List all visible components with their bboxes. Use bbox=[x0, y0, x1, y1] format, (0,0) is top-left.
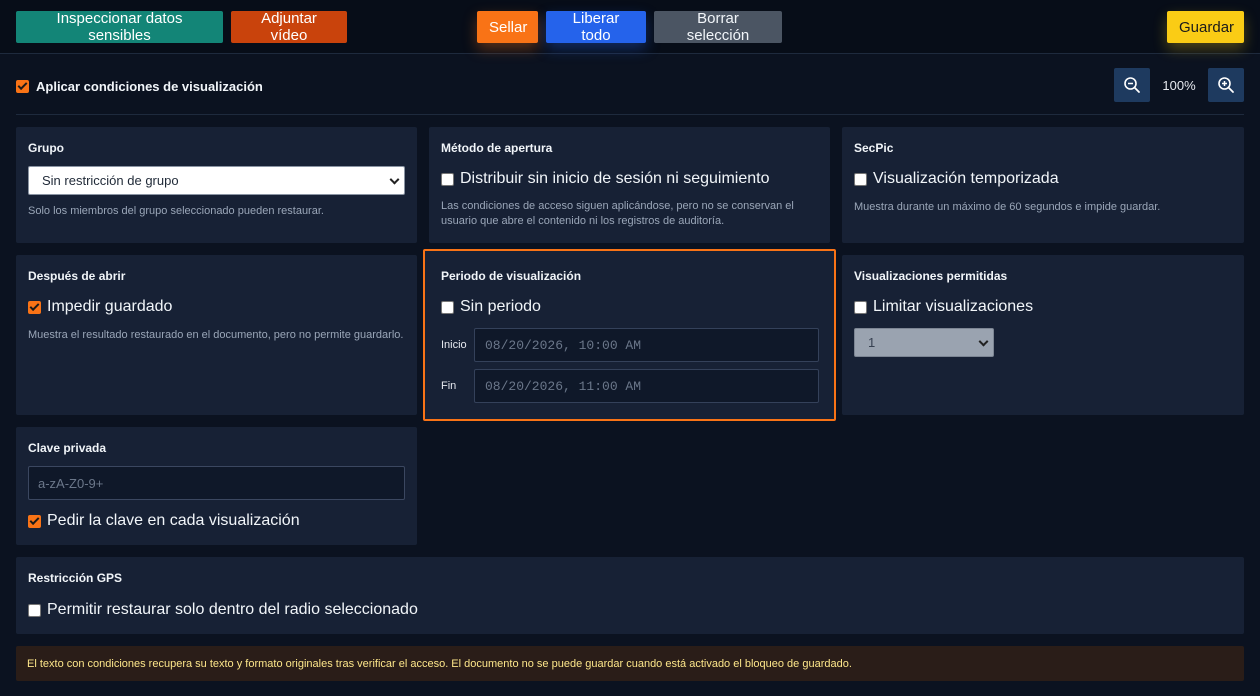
start-datetime-input[interactable]: 08/20/2026, 10:00 AM bbox=[474, 328, 819, 362]
gps-card: Restricción GPS Permitir restaurar solo … bbox=[16, 557, 1244, 634]
zoom-in-icon bbox=[1218, 77, 1234, 93]
view-period-title: Periodo de visualización bbox=[441, 269, 582, 283]
apply-conditions-checkbox[interactable] bbox=[16, 80, 29, 93]
timed-view-checkbox[interactable] bbox=[854, 172, 867, 186]
limit-views-checkbox[interactable] bbox=[854, 300, 867, 314]
ask-key-each-view-label: Pedir la clave en cada visualización bbox=[47, 512, 300, 529]
secpic-card: SecPic Visualización temporizada Muestra… bbox=[842, 127, 1244, 243]
ask-key-each-view-checkbox[interactable] bbox=[28, 514, 41, 528]
allowed-views-title: Visualizaciones permitidas bbox=[854, 269, 1008, 283]
group-select[interactable]: Sin restricción de grupo bbox=[28, 166, 405, 195]
no-period-label: Sin periodo bbox=[460, 298, 541, 315]
timed-view-label: Visualización temporizada bbox=[873, 170, 1059, 187]
chevron-down-icon bbox=[389, 174, 400, 185]
toolbar: Inspeccionar datos sensibles Adjuntar ví… bbox=[0, 0, 1260, 54]
group-select-value: Sin restricción de grupo bbox=[42, 173, 179, 188]
apply-conditions-toggle[interactable]: Aplicar condiciones de visualización bbox=[16, 79, 263, 94]
zoom-out-icon bbox=[1124, 77, 1140, 93]
group-card: Grupo Sin restricción de grupo Solo los … bbox=[16, 127, 417, 243]
prevent-save-toggle[interactable]: Impedir guardado bbox=[28, 298, 172, 316]
prevent-save-label: Impedir guardado bbox=[47, 298, 173, 315]
clear-selection-button[interactable]: Borrar selección bbox=[654, 10, 782, 44]
group-help: Solo los miembros del grupo seleccionado… bbox=[28, 205, 324, 217]
limit-views-toggle[interactable]: Limitar visualizaciones bbox=[854, 298, 1033, 316]
attach-video-button[interactable]: Adjuntar vídeo bbox=[231, 10, 347, 44]
open-method-help-line-2: usuario que abre el contenido ni los reg… bbox=[441, 215, 725, 227]
distribute-without-login-checkbox[interactable] bbox=[441, 172, 454, 186]
gps-radius-label: Permitir restaurar solo dentro del radio… bbox=[47, 601, 418, 618]
release-all-button[interactable]: Liberar todo bbox=[546, 10, 646, 44]
gps-radius-checkbox[interactable] bbox=[28, 603, 41, 617]
views-count-select[interactable]: 1 bbox=[854, 328, 994, 357]
private-key-input[interactable]: a-zA-Z0-9+ bbox=[28, 466, 405, 500]
save-button[interactable]: Guardar bbox=[1167, 11, 1244, 43]
apply-conditions-label: Aplicar condiciones de visualización bbox=[36, 79, 263, 94]
end-datetime-input[interactable]: 08/20/2026, 11:00 AM bbox=[474, 369, 819, 403]
group-title: Grupo bbox=[28, 141, 64, 155]
distribute-without-login-toggle[interactable]: Distribuir sin inicio de sesión ni segui… bbox=[441, 170, 769, 188]
start-label: Inicio bbox=[441, 339, 467, 351]
after-open-help: Muestra el resultado restaurado en el do… bbox=[28, 329, 404, 341]
after-open-card: Después de abrir Impedir guardado Muestr… bbox=[16, 255, 417, 415]
ask-key-each-view-toggle[interactable]: Pedir la clave en cada visualización bbox=[28, 512, 300, 530]
inspect-sensitive-data-button[interactable]: Inspeccionar datos sensibles bbox=[16, 10, 223, 44]
gps-radius-toggle[interactable]: Permitir restaurar solo dentro del radio… bbox=[28, 601, 418, 619]
no-period-checkbox[interactable] bbox=[441, 300, 454, 314]
secpic-help: Muestra durante un máximo de 60 segundos… bbox=[854, 201, 1161, 213]
open-method-help-line-1: Las condiciones de acceso siguen aplicán… bbox=[441, 200, 794, 212]
private-key-card: Clave privada a-zA-Z0-9+ Pedir la clave … bbox=[16, 427, 417, 545]
timed-view-toggle[interactable]: Visualización temporizada bbox=[854, 170, 1059, 188]
end-label: Fin bbox=[441, 380, 457, 392]
info-notice: El texto con condiciones recupera su tex… bbox=[16, 646, 1244, 681]
secpic-title: SecPic bbox=[854, 141, 894, 155]
zoom-in-button[interactable] bbox=[1208, 68, 1244, 102]
limit-views-label: Limitar visualizaciones bbox=[873, 298, 1034, 315]
prevent-save-checkbox[interactable] bbox=[28, 300, 41, 314]
zoom-out-button[interactable] bbox=[1114, 68, 1150, 102]
open-method-help: Las condiciones de acceso siguen aplicán… bbox=[441, 199, 794, 229]
seal-button[interactable]: Sellar bbox=[477, 11, 538, 43]
open-method-title: Método de apertura bbox=[441, 141, 553, 155]
chevron-down-icon bbox=[978, 336, 989, 347]
conditions-row: Aplicar condiciones de visualización 100… bbox=[16, 68, 1244, 115]
zoom-level: 100% bbox=[1162, 77, 1196, 93]
allowed-views-card: Visualizaciones permitidas Limitar visua… bbox=[842, 255, 1244, 415]
views-count-value: 1 bbox=[868, 335, 876, 350]
no-period-toggle[interactable]: Sin periodo bbox=[441, 298, 541, 316]
gps-title: Restricción GPS bbox=[28, 571, 123, 585]
after-open-title: Después de abrir bbox=[28, 269, 126, 283]
distribute-without-login-label: Distribuir sin inicio de sesión ni segui… bbox=[460, 170, 770, 187]
private-key-title: Clave privada bbox=[28, 441, 107, 455]
view-period-card: Periodo de visualización Sin periodo Ini… bbox=[423, 249, 836, 421]
open-method-card: Método de apertura Distribuir sin inicio… bbox=[429, 127, 830, 243]
